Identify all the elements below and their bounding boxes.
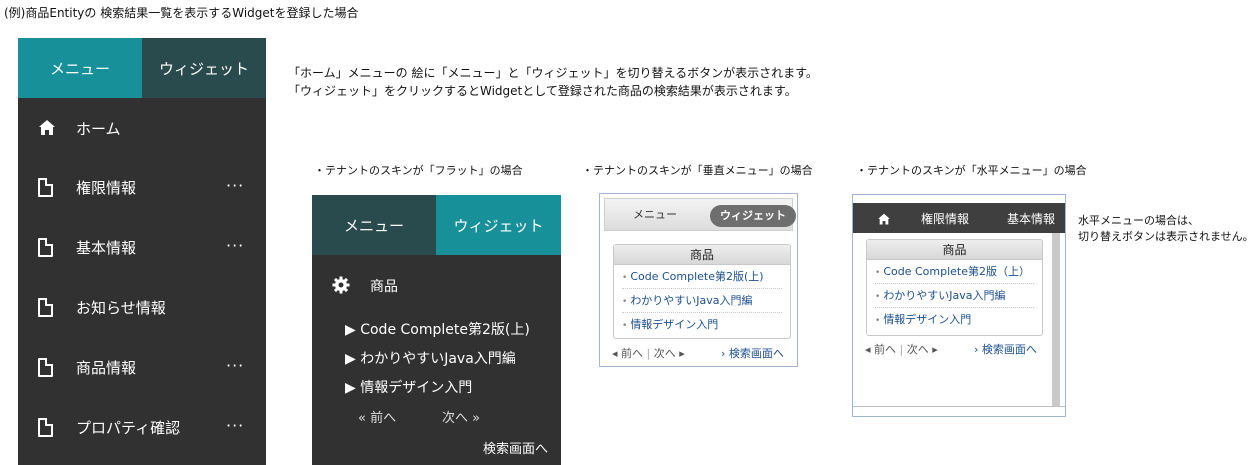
menu-item[interactable]: 権限情報	[921, 210, 969, 227]
menu-item-permission[interactable]: 権限情報 ···	[18, 168, 266, 208]
tab-menu[interactable]: メニュー	[312, 195, 436, 255]
menu-widget-switch: メニュー ウィジェット	[604, 198, 796, 231]
widget-item-label[interactable]: 情報デザイン入門	[630, 318, 718, 331]
caption-flat: ・テナントのスキンが「フラット」の場合	[314, 164, 523, 177]
note-line-2: 切り替えボタンは表示されません。	[1078, 230, 1254, 243]
prev-link[interactable]: ◂ 前へ	[612, 347, 643, 360]
horizontal-menu-bar: 権限情報 基本情報	[853, 203, 1065, 233]
widget-item[interactable]: • 情報デザイン入門	[622, 313, 782, 337]
menu-widget-switch: メニュー ウィジェット	[312, 195, 561, 255]
home-icon[interactable]	[877, 211, 891, 230]
pager: ◂ 前へ | 次へ ▸	[865, 341, 938, 357]
next-link[interactable]: 次へ »	[442, 407, 480, 426]
widget-item-label[interactable]: わかりやすいJava入門編	[630, 294, 752, 307]
description-line-2: 「ウィジェット」をクリックするとWidgetとして登録された商品の検索結果が表示…	[288, 84, 797, 98]
widget-item[interactable]: • わかりやすいJava入門編	[622, 289, 782, 313]
document-icon	[38, 238, 54, 258]
pager: ◂ 前へ | 次へ ▸	[612, 345, 685, 361]
pager-separator: |	[646, 347, 651, 360]
tab-widget[interactable]: ウィジェット	[436, 195, 561, 255]
prev-link[interactable]: ◂ 前へ	[865, 343, 896, 356]
more-icon[interactable]: ···	[226, 236, 244, 256]
widget-item-label[interactable]: Code Complete第2版(上)	[630, 270, 763, 283]
description-line-1: 「ホーム」メニューの 絵に「メニュー」と「ウィジェット」を切り替えるボタンが表示…	[288, 66, 818, 80]
widget-item[interactable]: ▶ 情報デザイン入門	[345, 377, 472, 397]
menu-item-label: 商品情報	[76, 359, 137, 377]
menu-widget-switch: メニュー ウィジェット	[18, 38, 266, 98]
widget-item[interactable]: • Code Complete第2版(上)	[622, 265, 782, 289]
menu-item-product[interactable]: 商品情報 ···	[18, 348, 266, 388]
horizontal-skin-panel: 権限情報 基本情報 商品 • Code Complete第2版（上） • わかりやす…	[852, 194, 1066, 417]
tab-widget[interactable]: ウィジェット	[710, 205, 796, 227]
tab-menu[interactable]: メニュー	[18, 38, 142, 98]
document-icon	[38, 358, 54, 378]
divider	[853, 406, 1065, 407]
note-line-1: 水平メニューの場合は、	[1078, 214, 1199, 227]
widget-box: 商品 • Code Complete第2版(上) • わかりやすいJava入門編 •…	[613, 244, 791, 339]
next-link[interactable]: 次へ ▸	[907, 343, 938, 356]
more-icon[interactable]: ···	[226, 416, 244, 436]
menu-item-label: 基本情報	[76, 239, 137, 257]
menu-item-label: プロパティ確認	[76, 419, 181, 437]
widget-title: 商品	[614, 245, 790, 265]
search-screen-label[interactable]: › 検索画面へ	[721, 347, 784, 360]
more-icon[interactable]: ···	[226, 176, 244, 196]
next-link[interactable]: 次へ ▸	[654, 347, 685, 360]
search-screen-link[interactable]: › 検索画面へ	[721, 345, 784, 361]
widget-item[interactable]: • 情報デザイン入門	[875, 308, 1034, 332]
page-title: (例)商品Entityの 検索結果一覧を表示するWidgetを登録した場合	[4, 6, 359, 20]
widget-title: 商品	[867, 240, 1042, 260]
widget-item[interactable]: ▶ わかりやすいJava入門編	[345, 348, 516, 368]
prev-link[interactable]: « 前へ	[358, 407, 396, 426]
widget-box: 商品 • Code Complete第2版（上） • わかりやすいJava入門編 •…	[866, 239, 1043, 336]
flat-skin-panel: メニュー ウィジェット 商品 ▶ Code Complete第2版(上) ▶ わ…	[312, 195, 561, 465]
home-icon	[38, 119, 55, 139]
gear-icon	[332, 276, 350, 298]
more-icon[interactable]: ···	[226, 356, 244, 376]
search-screen-link[interactable]: › 検索画面へ	[974, 341, 1037, 357]
menu-item[interactable]: 基本情報	[1007, 210, 1055, 227]
widget-item-label[interactable]: Code Complete第2版（上）	[883, 265, 1030, 278]
tab-widget[interactable]: ウィジェット	[142, 38, 266, 98]
menu-item-label: ホーム	[76, 120, 121, 138]
vertical-skin-panel: メニュー ウィジェット 商品 • Code Complete第2版(上) • わかり…	[599, 193, 798, 367]
document-icon	[38, 418, 54, 438]
document-icon	[38, 178, 54, 198]
widget-item-label[interactable]: 情報デザイン入門	[883, 313, 971, 326]
main-menu-panel: メニュー ウィジェット ホーム 権限情報 ··· 基本情報 ··· お知らせ情報…	[18, 38, 266, 465]
menu-item-label: お知らせ情報	[76, 299, 166, 317]
search-screen-label[interactable]: › 検索画面へ	[974, 343, 1037, 356]
menu-item-label: 権限情報	[76, 179, 137, 197]
menu-item-home[interactable]: ホーム	[18, 109, 266, 149]
menu-item-basic[interactable]: 基本情報 ···	[18, 228, 266, 268]
document-icon	[38, 298, 54, 318]
tab-menu[interactable]: メニュー	[633, 207, 677, 222]
pager-separator: |	[899, 343, 904, 356]
caption-horizontal: ・テナントのスキンが「水平メニュー」の場合	[856, 164, 1087, 177]
scrollbar[interactable]	[1052, 233, 1060, 407]
widget-item[interactable]: • Code Complete第2版（上）	[875, 260, 1034, 284]
widget-item-label[interactable]: わかりやすいJava入門編	[883, 289, 1005, 302]
widget-item[interactable]: ▶ Code Complete第2版(上)	[345, 319, 530, 339]
search-screen-link[interactable]: 検索画面へ	[483, 438, 548, 457]
widget-title: 商品	[370, 279, 398, 295]
menu-item-property[interactable]: プロパティ確認 ···	[18, 408, 266, 448]
widget-item[interactable]: • わかりやすいJava入門編	[875, 284, 1034, 308]
menu-item-notice[interactable]: お知らせ情報	[18, 288, 266, 328]
caption-vertical: ・テナントのスキンが「垂直メニュー」の場合	[582, 164, 813, 177]
